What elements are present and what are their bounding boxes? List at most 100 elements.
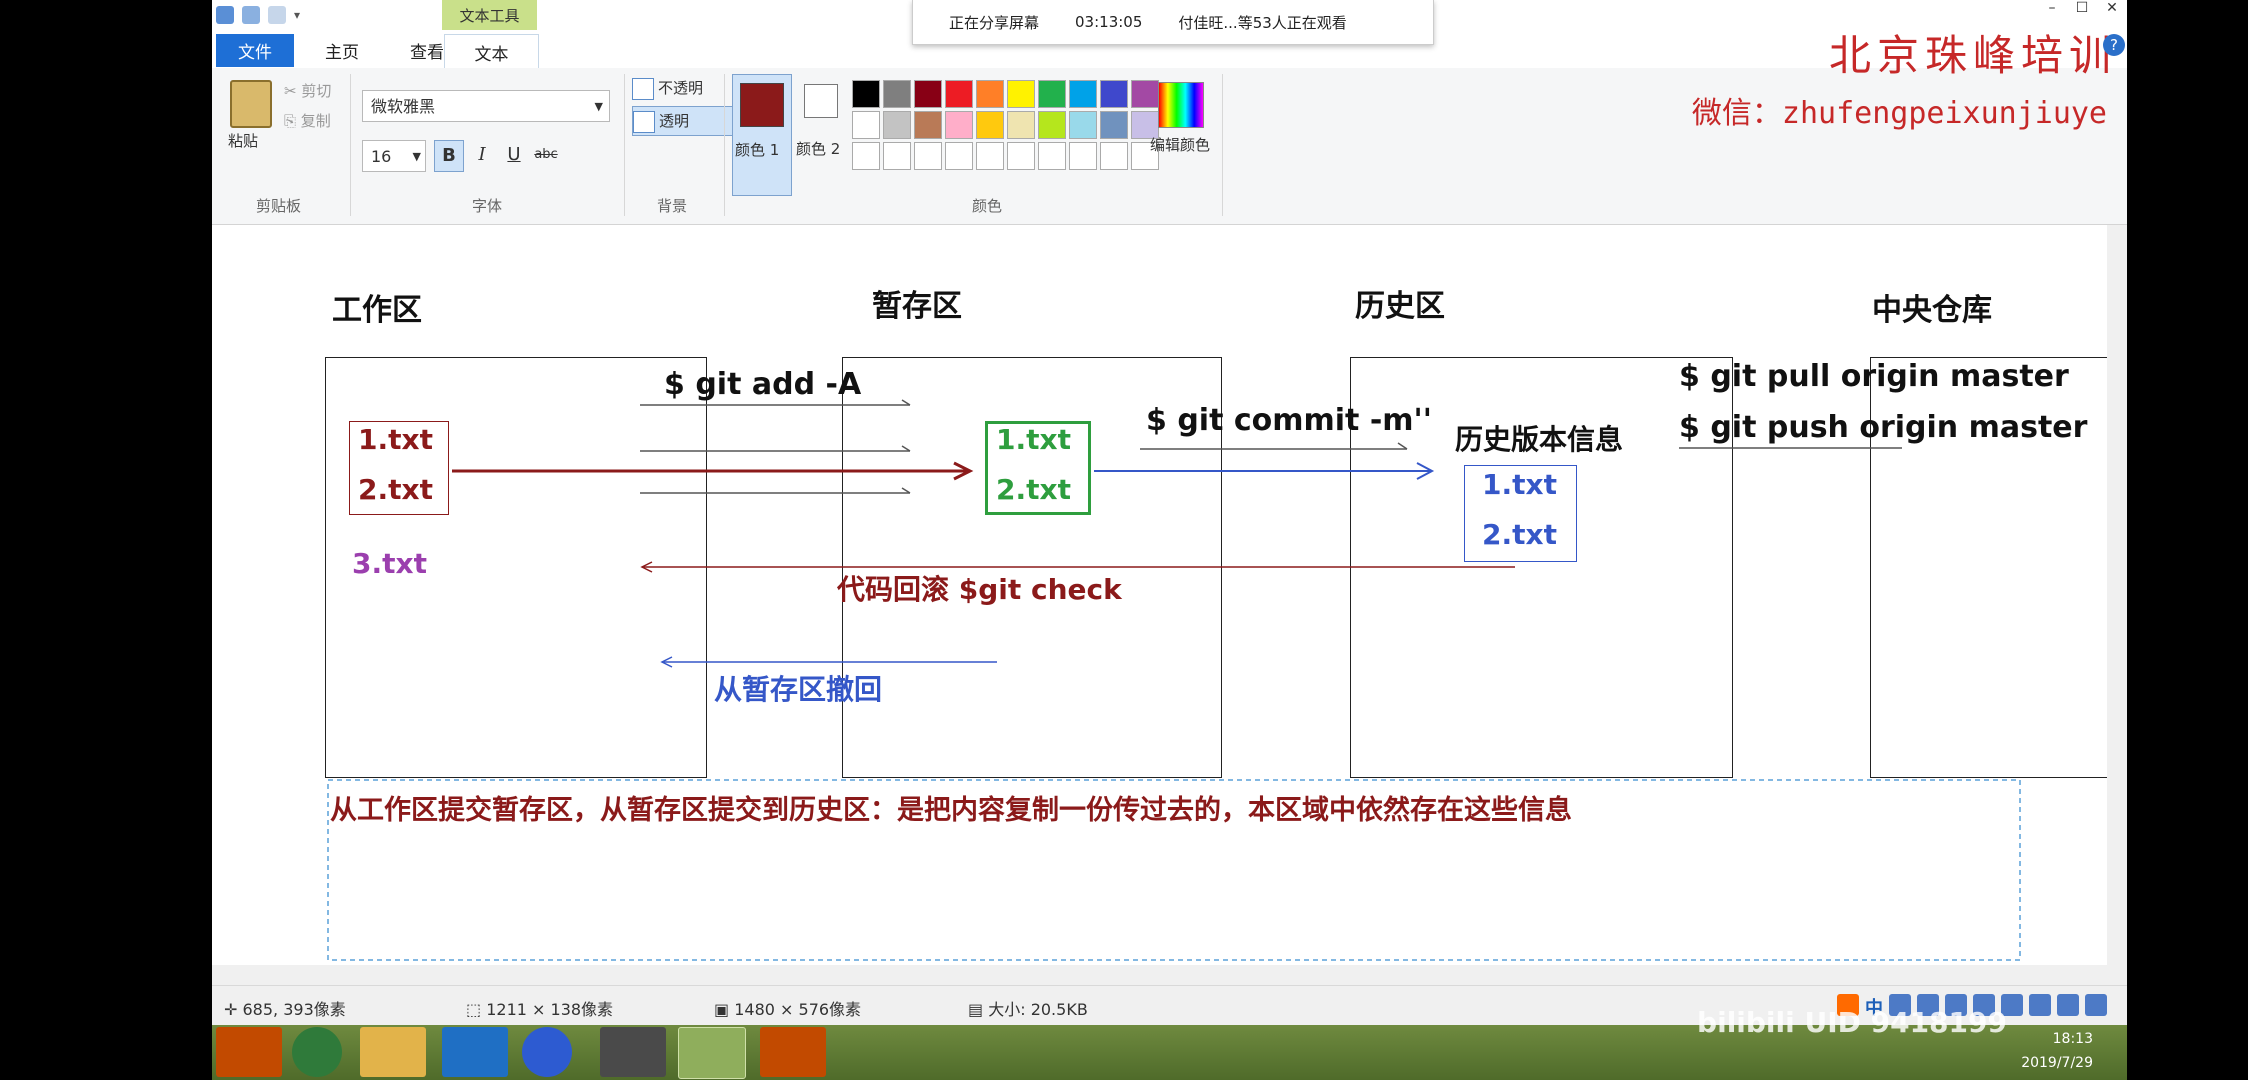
save-icon[interactable] <box>216 6 234 24</box>
browser-icon[interactable] <box>292 1027 342 1077</box>
palette-swatch[interactable] <box>852 111 880 139</box>
opaque-option[interactable]: 不透明 <box>632 74 732 102</box>
palette-swatch[interactable] <box>1038 80 1066 108</box>
transparent-option[interactable]: 透明 <box>632 106 734 136</box>
color2-button[interactable]: 颜色 2 <box>796 74 846 194</box>
clock-date: 2019/7/29 <box>2021 1055 2093 1071</box>
tab-file[interactable]: 文件 <box>216 34 294 67</box>
opaque-label: 不透明 <box>658 79 704 97</box>
strikethrough-button[interactable]: abc <box>532 140 560 170</box>
palette-swatch[interactable] <box>883 80 911 108</box>
note-text[interactable]: 从工作区提交暂存区，从暂存区提交到历史区：是把内容复制一份传过去的，本区域中依然… <box>330 788 1572 827</box>
palette-swatch[interactable] <box>883 142 911 170</box>
palette-swatch[interactable] <box>852 142 880 170</box>
paste-icon[interactable] <box>230 80 272 128</box>
palette-swatch[interactable] <box>1038 111 1066 139</box>
customize-qat-icon[interactable]: ▾ <box>294 8 300 22</box>
wps-icon[interactable] <box>522 1027 572 1077</box>
palette-swatch[interactable] <box>1069 80 1097 108</box>
drawing-canvas[interactable]: 工作区 暂存区 历史区 中央仓库 1.txt 2.txt 3.txt 1.txt… <box>212 225 2127 987</box>
selection-size: ⬚ 1211 × 138像素 <box>466 996 613 1020</box>
underline-button[interactable]: U <box>500 140 528 170</box>
color1-swatch <box>740 83 784 127</box>
file-explorer-icon[interactable] <box>360 1027 426 1077</box>
horizontal-scrollbar[interactable] <box>212 965 2127 985</box>
tab-home[interactable]: 主页 <box>302 34 382 67</box>
group-background-label: 背景 <box>657 197 688 215</box>
palette-swatch[interactable] <box>1100 142 1128 170</box>
cursor-icon: ✛ <box>224 1000 238 1019</box>
palette-swatch[interactable] <box>1038 142 1066 170</box>
vertical-scrollbar[interactable] <box>2107 225 2127 965</box>
palette-swatch[interactable] <box>945 111 973 139</box>
skin-icon[interactable] <box>2029 994 2051 1016</box>
bilibili-watermark: bilibili UID 9418199 <box>1697 1006 2007 1039</box>
maximize-button[interactable]: ☐ <box>2067 0 2097 20</box>
copy-label: 复制 <box>300 112 331 130</box>
bold-button[interactable]: B <box>434 140 464 172</box>
cut-button[interactable]: ✂ 剪切 <box>284 80 331 101</box>
palette-swatch[interactable] <box>852 80 880 108</box>
edit-colors-button[interactable]: 编辑颜色 <box>1150 134 1210 155</box>
palette-swatch[interactable] <box>976 111 1004 139</box>
help-icon[interactable]: ? <box>2103 34 2125 56</box>
palette-swatch[interactable] <box>945 80 973 108</box>
palette-swatch[interactable] <box>1007 80 1035 108</box>
scissors-icon: ✂ <box>284 82 297 100</box>
minimize-button[interactable]: – <box>2037 0 2067 20</box>
cursor-position-value: 685, 393像素 <box>242 1000 346 1019</box>
copy-button[interactable]: ⎘ 复制 <box>284 110 331 131</box>
git-icon[interactable] <box>760 1027 826 1077</box>
selection-size-value: 1211 × 138像素 <box>486 1000 614 1019</box>
palette-swatch[interactable] <box>1007 111 1035 139</box>
system-clock[interactable]: 18:13 2019/7/29 <box>2021 1027 2093 1075</box>
unstage-line <box>660 656 997 668</box>
palette-swatch[interactable] <box>914 111 942 139</box>
palette-swatch[interactable] <box>1100 111 1128 139</box>
divider <box>1222 74 1223 216</box>
add-lines <box>640 399 1902 494</box>
file-size: ▤ 大小: 20.5KB <box>968 996 1088 1020</box>
palette-swatch[interactable] <box>1131 80 1159 108</box>
palette-swatch[interactable] <box>976 142 1004 170</box>
start-button-icon[interactable] <box>216 1027 282 1077</box>
color1-button[interactable]: 颜色 1 <box>732 74 792 196</box>
font-size-select[interactable]: 16 ▼ <box>362 140 426 172</box>
italic-button[interactable]: I <box>468 140 496 170</box>
watermark-brand: 北京珠峰培训 <box>1828 31 2117 80</box>
opaque-icon <box>632 77 654 100</box>
context-tab-text-tools: 文本工具 <box>442 0 537 30</box>
palette-swatch[interactable] <box>914 80 942 108</box>
typora-icon[interactable] <box>600 1027 666 1077</box>
divider <box>350 74 351 216</box>
grid-icon[interactable] <box>2085 994 2107 1016</box>
simplified-icon[interactable] <box>2057 994 2079 1016</box>
palette-swatch[interactable] <box>914 142 942 170</box>
palette-swatch[interactable] <box>976 80 1004 108</box>
paint-icon[interactable] <box>678 1027 746 1079</box>
quick-access-toolbar: ▾ <box>212 0 300 30</box>
font-family-select[interactable]: 微软雅黑 ▼ <box>362 90 610 122</box>
palette-swatch[interactable] <box>1100 80 1128 108</box>
chevron-down-icon: ▼ <box>412 150 421 163</box>
vscode-icon[interactable] <box>442 1027 508 1077</box>
canvas-icon: ▣ <box>714 1000 730 1019</box>
palette-swatch[interactable] <box>1069 142 1097 170</box>
palette-swatch[interactable] <box>1069 111 1097 139</box>
close-button[interactable]: ✕ <box>2097 0 2127 20</box>
paste-button[interactable]: 粘贴 <box>228 130 258 151</box>
palette-swatch[interactable] <box>883 111 911 139</box>
undo-icon[interactable] <box>242 6 260 24</box>
redo-icon[interactable] <box>268 6 286 24</box>
color2-label: 颜色 2 <box>796 140 841 158</box>
share-viewers: 付佳旺...等53人正在观看 <box>1178 13 1347 32</box>
group-clipboard-label: 剪贴板 <box>256 197 302 215</box>
canvas-size-value: 1480 × 576像素 <box>734 1000 862 1019</box>
chevron-down-icon: ▼ <box>594 100 603 113</box>
palette-swatch[interactable] <box>1007 142 1035 170</box>
diagram-arrows <box>327 399 2021 961</box>
palette-swatch[interactable] <box>945 142 973 170</box>
tab-text[interactable]: 文本 <box>444 34 539 69</box>
group-font-label: 字体 <box>472 197 503 215</box>
edit-colors-icon[interactable] <box>1158 82 1204 128</box>
